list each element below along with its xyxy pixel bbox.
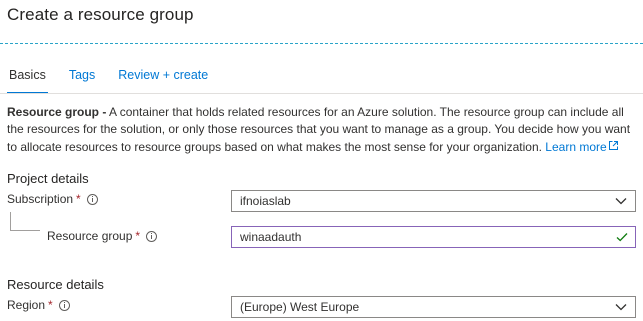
required-marker: * [135, 229, 141, 243]
required-marker: * [76, 192, 81, 206]
required-marker: * [48, 298, 53, 312]
tab-basics[interactable]: Basics [7, 68, 48, 94]
subscription-value: ifnoiaslab [240, 194, 291, 208]
subscription-label: Subscription * [7, 192, 98, 206]
subscription-select[interactable]: ifnoiaslab [231, 190, 636, 212]
tree-connector [10, 212, 40, 231]
resource-details-heading: Resource details [7, 277, 104, 292]
description-title: Resource group - [7, 105, 107, 119]
resource-group-value: winaadauth [240, 230, 302, 244]
region-value: (Europe) West Europe [240, 300, 360, 314]
chevron-down-icon [615, 304, 627, 311]
tab-bar: Basics Tags Review + create [7, 68, 229, 94]
info-icon[interactable] [58, 299, 70, 311]
tab-bar-divider [0, 93, 643, 94]
resource-group-label: Resource group * [47, 229, 158, 243]
info-icon[interactable] [146, 230, 158, 242]
chevron-down-icon [615, 198, 627, 205]
region-label: Region * [7, 298, 70, 312]
header-divider [0, 43, 643, 44]
resource-group-input[interactable]: winaadauth [231, 226, 636, 248]
tab-review-create[interactable]: Review + create [116, 68, 210, 94]
external-link-icon [608, 140, 618, 150]
page-title: Create a resource group [7, 5, 194, 24]
learn-more-link[interactable]: Learn more [545, 140, 618, 154]
tab-tags[interactable]: Tags [67, 68, 97, 94]
info-icon[interactable] [86, 193, 98, 205]
region-select[interactable]: (Europe) West Europe [231, 296, 636, 318]
description: Resource group - A container that holds … [7, 104, 635, 156]
checkmark-icon [616, 233, 628, 242]
project-details-heading: Project details [7, 171, 89, 186]
